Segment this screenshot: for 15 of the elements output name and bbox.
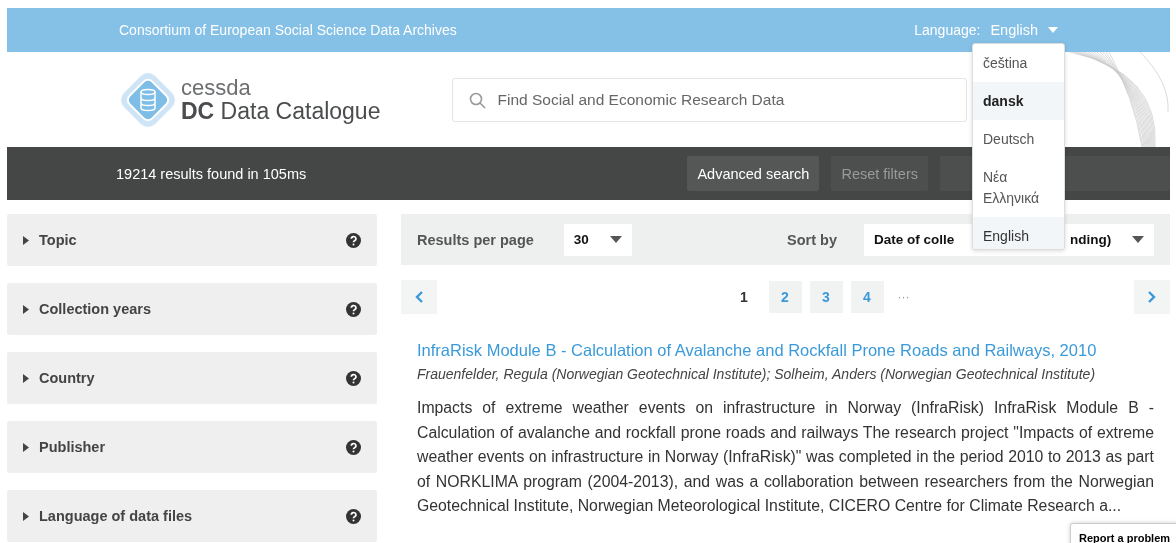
sort-by-label: Sort by: [787, 231, 837, 248]
language-label: Language:: [914, 22, 981, 38]
results-per-page-label: Results per page: [417, 231, 534, 248]
filter-label: Collection years: [39, 301, 151, 317]
pagination-ellipsis: ···: [897, 290, 910, 304]
filter-label: Topic: [39, 232, 77, 248]
result-authors: Frauenfelder, Regula (Norwegian Geotechnical Institute); Solheim, Anders (Norwegian Geotechnical Institute): [417, 366, 1097, 382]
logo-title: DC Data Catalogue: [181, 99, 381, 123]
result-description: Impacts of extreme weather events on infrastructure in Norway (InfraRisk) InfraRisk Module B - Calculation of avalanche and rockfall prone roads and railways The research project "Impacts of extreme weather events on infrastructure in Norway (InfraRisk)" was completed in the period 2010 to 2013 as part of NORKLIMA program (2004-2013), and was a collaboration between researchers from the Norwegian Geotechnical Institute, Norwegian Meteorological Institute, CICERO Centre for Climate Research a...: [417, 398, 1154, 517]
results-summary: 19214 results found in 105ms: [116, 165, 307, 182]
logo-wordmark: cessda: [181, 76, 252, 99]
filter-label: Publisher: [39, 439, 106, 455]
site-title: Consortium of European Social Science Data Archives: [119, 22, 457, 38]
filter-label: Country: [39, 370, 95, 386]
filter-label: Language of data files: [39, 508, 193, 524]
